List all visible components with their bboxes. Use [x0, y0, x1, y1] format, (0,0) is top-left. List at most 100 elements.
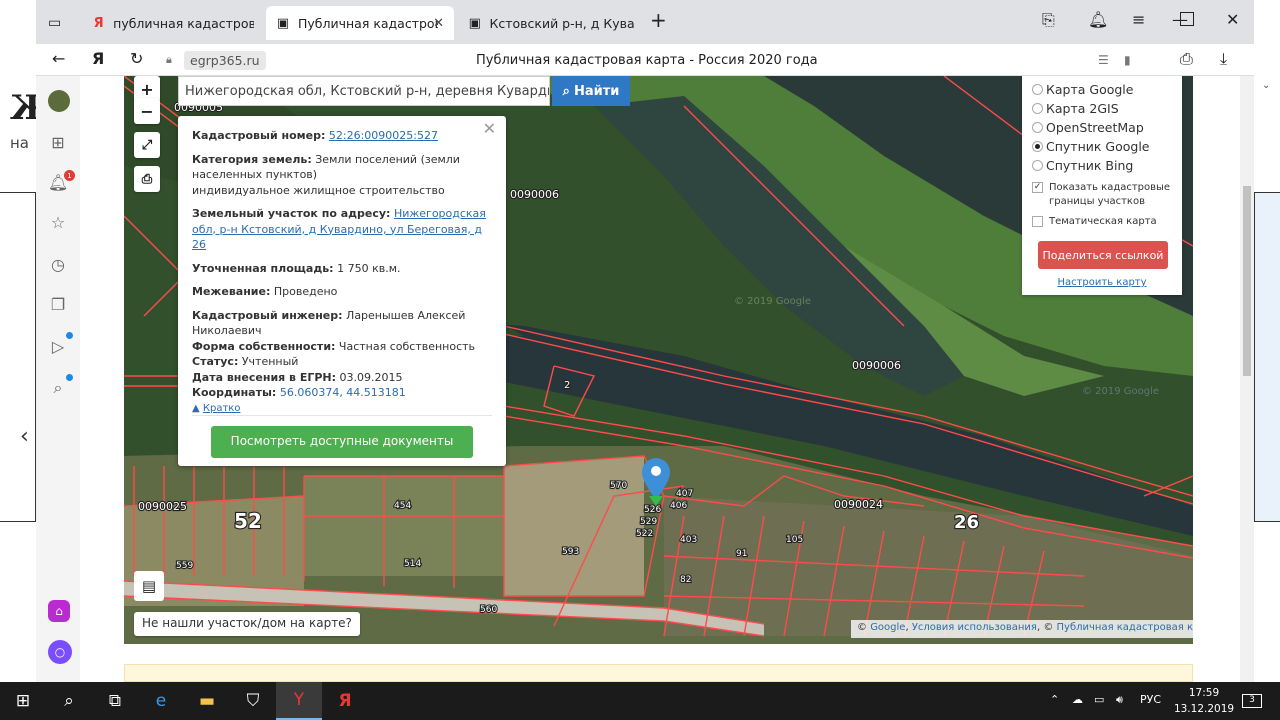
map-attribution: © Google, Условия использования, © Публи…	[851, 620, 1193, 638]
file-explorer-icon[interactable]: ▬	[184, 682, 230, 720]
chevron-down-icon[interactable]: ⌄	[1262, 80, 1270, 91]
print-icon[interactable]: ⎙	[134, 166, 160, 192]
url-domain: egrp365.ru	[184, 50, 266, 70]
desktop-window-edge-right	[1254, 192, 1280, 522]
view-documents-button[interactable]: Посмотреть доступные документы	[211, 426, 473, 458]
area-value: 1 750 кв.м.	[337, 261, 401, 275]
tray-chevron-icon[interactable]: ⌃	[1050, 693, 1059, 706]
terms-link[interactable]: Условия использования	[912, 622, 1037, 633]
tab-search[interactable]: Я публичная кадастровая к	[82, 6, 264, 40]
not-found-button[interactable]: Не нашли участок/дом на карте?	[134, 612, 360, 636]
play-icon[interactable]: ▷	[48, 336, 68, 356]
taskbar-clock[interactable]: 17:59 13.12.2019	[1172, 685, 1236, 717]
configure-map-link[interactable]: Настроить карту	[1032, 277, 1172, 288]
maximize-icon[interactable]	[1180, 12, 1194, 26]
reload-button[interactable]: ↻	[130, 49, 143, 68]
reader-icon[interactable]: ☰	[1098, 53, 1109, 67]
page-scrollbar[interactable]	[1240, 76, 1254, 682]
yandex-browser-icon[interactable]: Y	[276, 682, 322, 720]
menu-icon[interactable]: ≡	[1132, 10, 1145, 29]
clock-date: 13.12.2019	[1173, 703, 1235, 715]
avatar[interactable]	[48, 90, 70, 112]
google-link[interactable]: Google	[870, 622, 905, 633]
back-button[interactable]: ←	[52, 49, 65, 68]
new-tab-button[interactable]: +	[650, 8, 667, 32]
svg-text:526: 526	[644, 505, 661, 515]
layer-option-2gis[interactable]: Карта 2GIS	[1032, 99, 1172, 118]
map-label-quarter-0090024: 0090024	[834, 498, 883, 511]
cadastral-map[interactable]: 0090025 0090006 0090006 0090024 0090005 …	[124, 76, 1193, 644]
close-tab-icon[interactable]: ✕	[433, 16, 444, 31]
svg-text:454: 454	[394, 501, 411, 511]
search-input[interactable]: Нижегородская обл, Кстовский р-н, деревн…	[178, 76, 550, 106]
tab-cadastral-map[interactable]: ▣ Публичная кадастровая ✕	[266, 6, 454, 40]
web-page: 0090025 0090006 0090006 0090024 0090005 …	[80, 76, 1254, 682]
show-bounds-checkbox[interactable]: ✓ Показать кадастровые границы участков	[1032, 181, 1172, 209]
language-indicator[interactable]: РУС	[1140, 693, 1161, 706]
date-value: 03.09.2015	[339, 370, 403, 384]
bookmark-icon[interactable]: ▮	[1124, 53, 1131, 67]
layer-option-osm[interactable]: OpenStreetMap	[1032, 118, 1172, 137]
tab-title: публичная кадастровая к	[113, 15, 254, 31]
tabs-panel-button[interactable]: ▭	[38, 6, 78, 40]
store-icon[interactable]: ⛉	[230, 682, 276, 720]
search-icon: ⌕	[562, 83, 570, 99]
svg-text:403: 403	[680, 535, 697, 545]
cloud-icon[interactable]: ☁	[1072, 693, 1083, 706]
coordinates-value[interactable]: 56.060374, 44.513181	[280, 386, 406, 399]
tab-kstovsky[interactable]: ▣ Кстовский р-н, д Кувардин	[458, 6, 644, 40]
svg-text:522: 522	[636, 529, 653, 539]
page-icon: ▣	[468, 15, 481, 31]
brief-toggle[interactable]: ▲ Кратко	[192, 401, 492, 417]
chevron-left-icon[interactable]: ‹	[20, 424, 29, 449]
svg-text:407: 407	[676, 489, 693, 499]
share-link-button[interactable]: Поделиться ссылкой	[1038, 241, 1168, 269]
thematic-map-checkbox[interactable]: Тематическая карта	[1032, 215, 1172, 229]
map-label-quarter-0090025: 0090025	[138, 500, 187, 513]
notifications-icon[interactable]: 🔔︎	[1088, 10, 1108, 29]
network-icon[interactable]: ▭	[1094, 693, 1104, 706]
browser-window: ▭ Я публичная кадастровая к ▣ Публичная …	[36, 0, 1254, 682]
taskbar-search-icon[interactable]: ⌕	[46, 682, 92, 720]
map-label-district-52: 52	[234, 509, 262, 533]
layer-option-bing-satellite[interactable]: Спутник Bing	[1032, 156, 1172, 175]
svg-text:2: 2	[564, 380, 570, 391]
apps-icon[interactable]: ⊞	[48, 132, 68, 152]
notification-badge: 1	[64, 170, 75, 181]
action-center-icon[interactable]: 3	[1242, 694, 1262, 708]
search-button[interactable]: ⌕ Найти	[552, 76, 630, 106]
layer-option-google-satellite[interactable]: Спутник Google	[1032, 137, 1172, 156]
layer-option-google-map[interactable]: Карта Google	[1032, 80, 1172, 99]
search-button-label: Найти	[573, 83, 620, 99]
cadastral-number-link[interactable]: 52:26:0090025:527	[329, 129, 438, 142]
close-icon[interactable]: ✕	[483, 121, 496, 137]
edge-icon[interactable]: e	[138, 682, 184, 720]
start-button[interactable]: ⊞	[0, 682, 46, 720]
yandex-app-icon[interactable]: Я	[322, 682, 368, 720]
new-dot	[66, 332, 73, 339]
volume-icon[interactable]: 🔊︎	[1116, 693, 1123, 707]
bookmarks-icon[interactable]: ⎘	[1042, 10, 1055, 30]
history-icon[interactable]: ◷	[48, 254, 68, 274]
collections-icon[interactable]: ❐	[48, 294, 68, 314]
pkk-link[interactable]: Публичная кадастровая карта	[1057, 622, 1194, 633]
close-window-button[interactable]: ✕	[1226, 10, 1239, 29]
new-dot	[66, 374, 73, 381]
search-doc-icon[interactable]: ⌕	[48, 378, 68, 398]
messenger-icon[interactable]: ⌂	[48, 600, 70, 622]
task-view-icon[interactable]: ⧉	[92, 682, 138, 720]
tab-bar: ▭ Я публичная кадастровая к ▣ Публичная …	[36, 0, 1254, 44]
parcel-info-popup: ✕ Кадастровый номер: 52:26:0090025:527 К…	[178, 116, 506, 466]
zoom-out-button[interactable]: −	[134, 98, 160, 124]
star-icon[interactable]: ☆	[48, 212, 68, 232]
translate-icon[interactable]: ⎙	[1180, 49, 1193, 69]
download-icon[interactable]: ⤓	[1220, 49, 1227, 69]
alice-icon[interactable]: ○	[48, 640, 72, 664]
fullscreen-icon[interactable]: ⤢	[134, 132, 160, 158]
divider	[192, 415, 492, 416]
url-field[interactable]: 🔒︎ egrp365.ru Публичная кадастровая карт…	[166, 48, 1206, 72]
map-label-district-26: 26	[954, 512, 979, 533]
yandex-home-icon[interactable]: Я	[92, 49, 104, 68]
legend-icon[interactable]: ▤	[134, 571, 164, 601]
scrollbar-thumb[interactable]	[1243, 186, 1251, 376]
